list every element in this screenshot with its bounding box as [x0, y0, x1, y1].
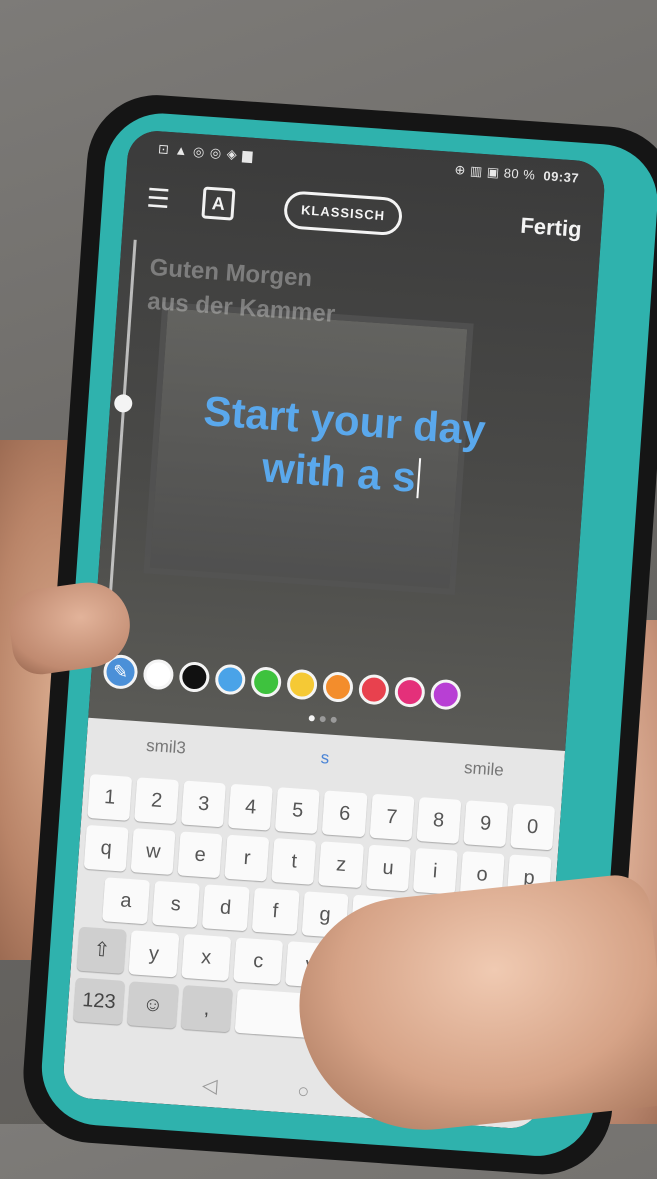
- color-swatch-red[interactable]: [357, 673, 390, 706]
- color-swatch-blue[interactable]: [214, 663, 247, 696]
- key-d[interactable]: d: [201, 884, 250, 932]
- back-icon[interactable]: ◁: [201, 1072, 218, 1098]
- key-e[interactable]: e: [177, 831, 223, 879]
- page-dot: [308, 715, 315, 722]
- story-text-line: with a s: [260, 443, 418, 501]
- key-f[interactable]: f: [251, 887, 300, 935]
- key-z[interactable]: z: [318, 841, 364, 889]
- key-8[interactable]: 8: [416, 796, 462, 844]
- key-t[interactable]: t: [271, 838, 317, 885]
- background-caption: Guten Morgen aus der Kammer: [146, 251, 338, 332]
- color-swatch-green[interactable]: [250, 666, 283, 699]
- key-w[interactable]: w: [130, 828, 176, 875]
- page-dot: [330, 716, 337, 724]
- color-swatch-pink[interactable]: [393, 676, 426, 709]
- color-swatch-yellow[interactable]: [286, 668, 319, 701]
- text-background-icon[interactable]: A: [201, 186, 236, 221]
- clock: 09:37: [542, 168, 580, 186]
- key-q[interactable]: q: [83, 824, 129, 872]
- key-u[interactable]: u: [365, 844, 411, 892]
- key-c[interactable]: c: [233, 937, 284, 985]
- emoji-key[interactable]: ☺: [126, 981, 179, 1029]
- key-4[interactable]: 4: [228, 783, 274, 831]
- key-3[interactable]: 3: [181, 780, 227, 828]
- status-indicator-icons: ⊕ ▥ ▣: [454, 161, 501, 181]
- key-5[interactable]: 5: [275, 787, 321, 834]
- symbols-key[interactable]: 123: [73, 977, 125, 1025]
- key-x[interactable]: x: [180, 933, 232, 982]
- home-icon[interactable]: ○: [296, 1080, 311, 1104]
- color-swatch-black[interactable]: [178, 661, 211, 694]
- suggestion-left[interactable]: smil3: [86, 732, 246, 763]
- status-icons-right: ⊕ ▥ ▣ 80 % 09:37: [454, 162, 580, 187]
- text-cursor: [416, 458, 422, 499]
- key-7[interactable]: 7: [369, 793, 415, 841]
- status-icons-left: ⊡ ▲ ◎ ◎ ◈ ▆: [157, 141, 254, 163]
- color-swatch-purple[interactable]: [429, 678, 462, 711]
- key-a[interactable]: a: [102, 877, 150, 925]
- key-2[interactable]: 2: [134, 777, 180, 825]
- key-6[interactable]: 6: [322, 790, 368, 838]
- battery-level: 80 %: [503, 165, 536, 183]
- page-dot: [319, 715, 326, 723]
- key-1[interactable]: 1: [87, 773, 133, 821]
- text-align-icon[interactable]: ☰: [146, 183, 174, 215]
- suggestion-right[interactable]: smile: [404, 754, 564, 785]
- key-0[interactable]: 0: [510, 803, 556, 851]
- font-style-button[interactable]: KLASSISCH: [282, 190, 404, 237]
- done-button[interactable]: Fertig: [520, 213, 583, 243]
- suggestion-middle[interactable]: s: [245, 743, 405, 774]
- key-i[interactable]: i: [412, 847, 458, 895]
- key-9[interactable]: 9: [463, 800, 509, 848]
- key-r[interactable]: r: [224, 834, 270, 882]
- shift-key[interactable]: ⇧: [76, 926, 127, 974]
- key-s[interactable]: s: [151, 880, 200, 928]
- color-swatch-white[interactable]: [142, 658, 175, 691]
- comma-key[interactable]: ,: [180, 985, 233, 1033]
- key-y[interactable]: y: [128, 930, 180, 978]
- color-swatch-orange[interactable]: [321, 671, 355, 704]
